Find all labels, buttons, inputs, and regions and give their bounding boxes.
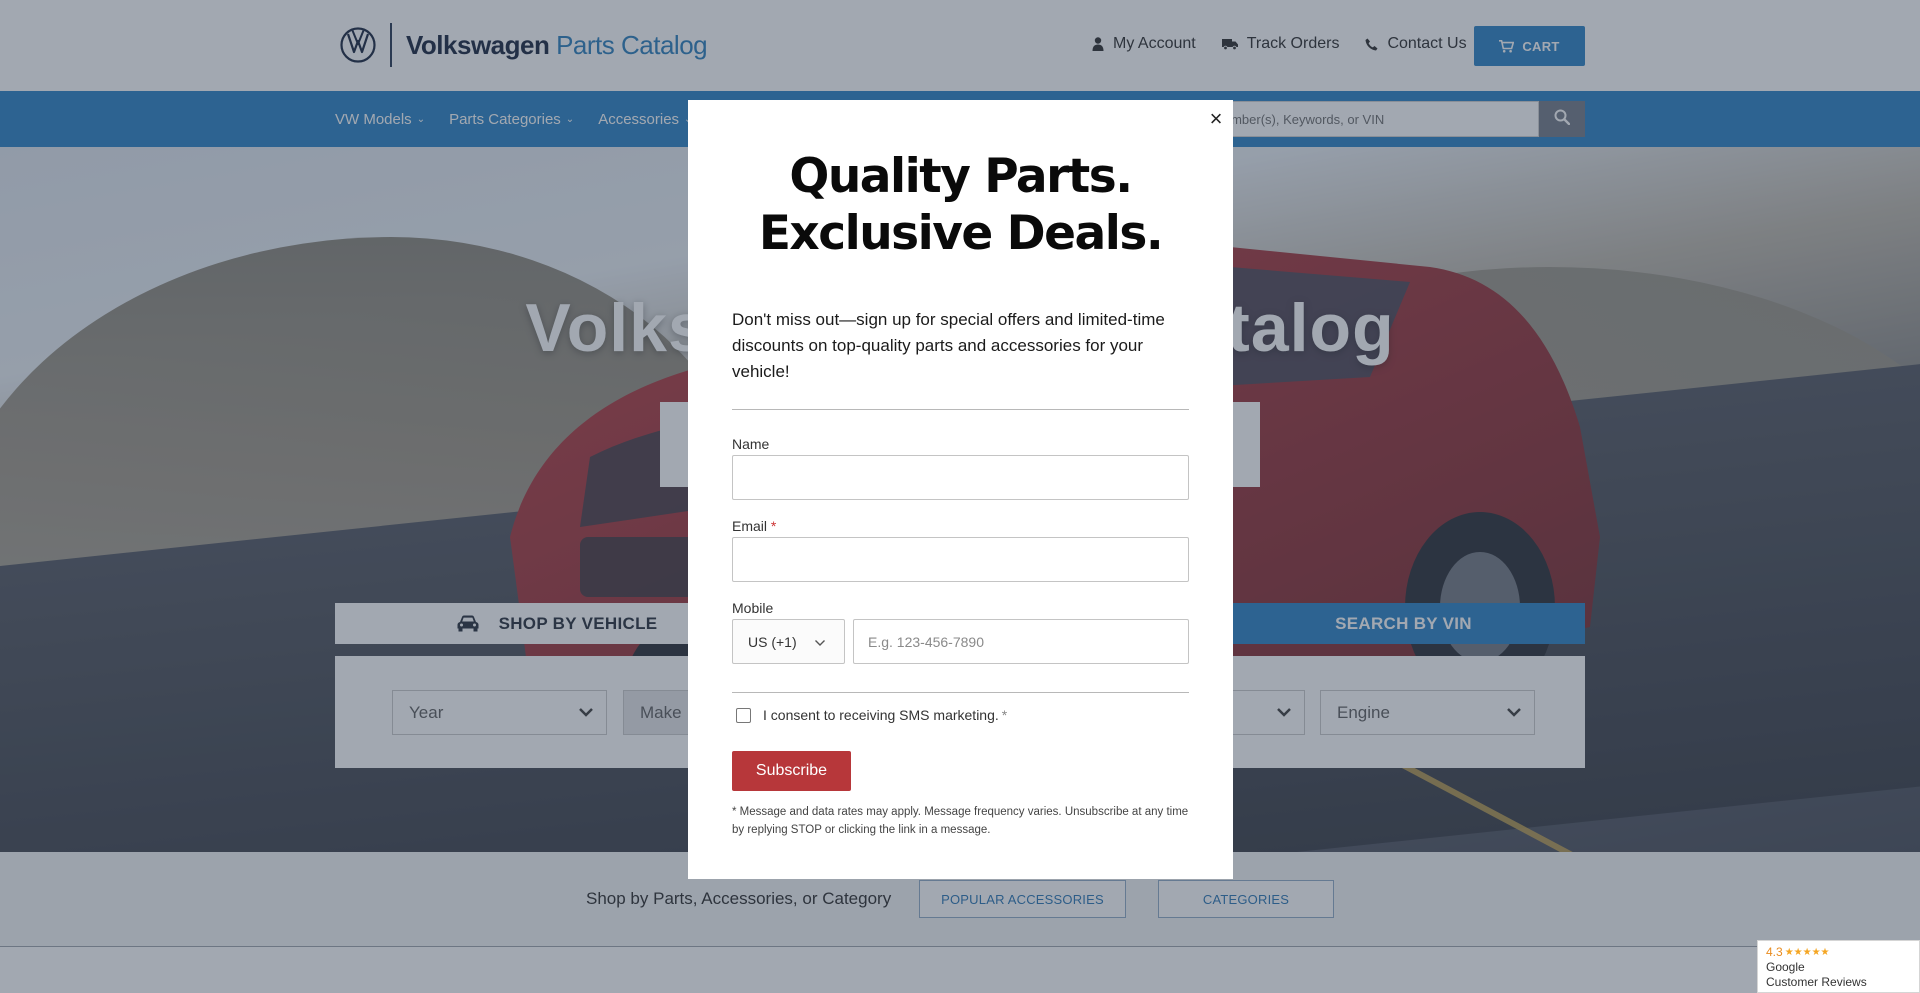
google-rating-value: 4.3 bbox=[1766, 945, 1783, 959]
modal-headline: Quality Parts. Exclusive Deals. bbox=[688, 148, 1233, 262]
google-badge-line1: Google bbox=[1766, 960, 1805, 974]
divider bbox=[732, 409, 1189, 410]
google-rating: 4.3 ★★★★★ bbox=[1766, 945, 1911, 960]
close-icon[interactable]: × bbox=[1205, 106, 1227, 131]
sms-consent-checkbox[interactable] bbox=[736, 707, 751, 723]
star-rating-icon: ★★★★★ bbox=[1784, 947, 1830, 958]
signup-modal: × Quality Parts. Exclusive Deals. Don't … bbox=[688, 100, 1233, 879]
google-badge-line2: Customer Reviews bbox=[1766, 975, 1867, 989]
divider bbox=[732, 692, 1189, 693]
subscribe-button[interactable]: Subscribe bbox=[732, 751, 851, 791]
name-field[interactable] bbox=[732, 455, 1189, 500]
chevron-down-icon bbox=[814, 636, 826, 652]
google-reviews-badge[interactable]: 4.3 ★★★★★ Google Customer Reviews bbox=[1757, 940, 1920, 993]
mobile-label: Mobile bbox=[732, 600, 774, 616]
sms-disclaimer: * Message and data rates may apply. Mess… bbox=[732, 806, 1189, 836]
required-mark: * bbox=[1001, 707, 1008, 723]
country-code-value: US (+1) bbox=[748, 633, 797, 650]
required-mark: * bbox=[770, 518, 777, 534]
email-label: Email * bbox=[732, 518, 776, 534]
sms-consent: I consent to receiving SMS marketing. * bbox=[736, 707, 1007, 723]
email-label-text: Email bbox=[732, 518, 768, 534]
name-label: Name bbox=[732, 436, 770, 452]
modal-headline-line1: Quality Parts. bbox=[789, 149, 1133, 204]
email-field[interactable] bbox=[732, 537, 1189, 582]
modal-description: Don't miss out—sign up for special offer… bbox=[732, 310, 1165, 381]
sms-consent-label: I consent to receiving SMS marketing. bbox=[763, 707, 999, 723]
modal-headline-line2: Exclusive Deals. bbox=[758, 206, 1164, 261]
phone-field[interactable] bbox=[853, 619, 1189, 664]
country-code-select[interactable]: US (+1) bbox=[732, 619, 845, 664]
